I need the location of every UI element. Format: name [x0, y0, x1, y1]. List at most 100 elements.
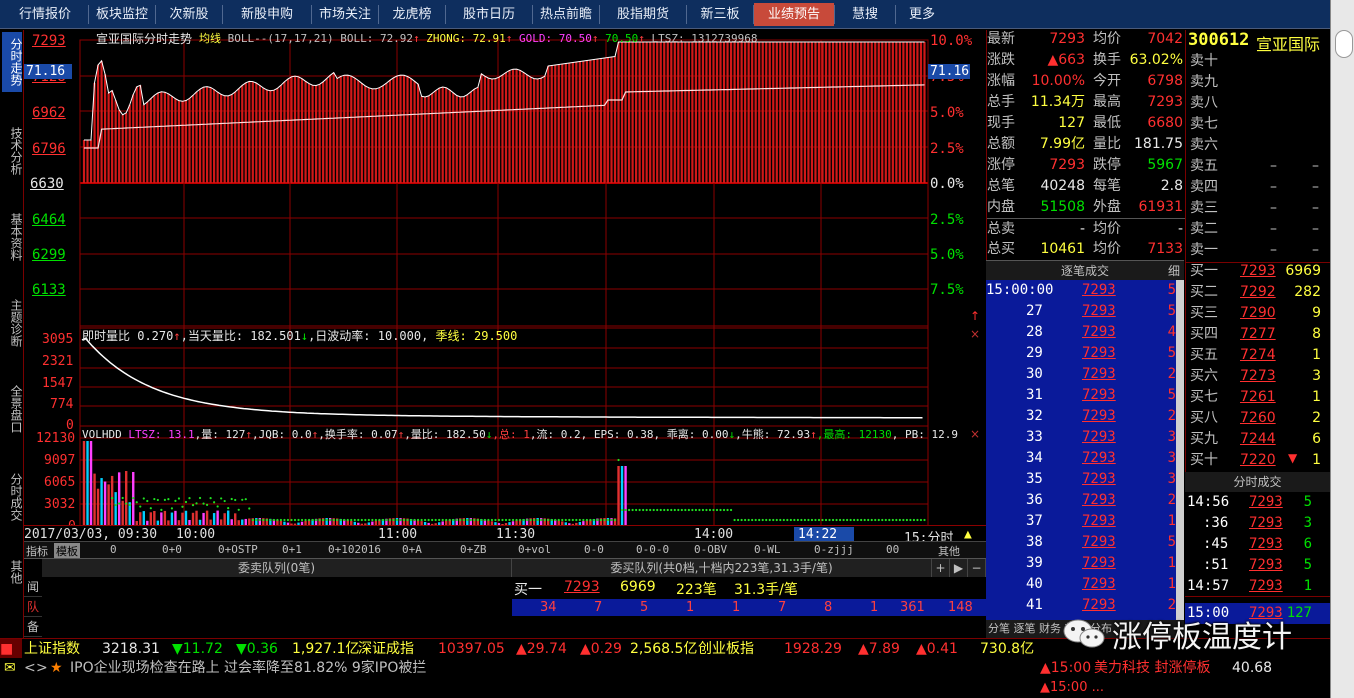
bid-row[interactable]: 买十 7220 1 — [1186, 450, 1331, 471]
buy1-count: 223笔 — [676, 582, 717, 598]
chart-canvas[interactable]: × × ↑ — [24, 30, 986, 540]
left-tab[interactable]: 基本资料 — [2, 206, 23, 268]
volume-dot — [445, 518, 448, 522]
left-tab[interactable]: 分时走势 — [2, 32, 23, 92]
chart-legend: 均线 BOLL--(17,17,21) BOLL: 72.92↑ ZHONG: … — [199, 30, 757, 46]
indicator-tab[interactable]: 其他 — [938, 543, 960, 559]
nav-tab[interactable]: 股市日历 — [446, 3, 532, 26]
nav-tab[interactable]: 行情报价 — [2, 3, 88, 26]
tick-detail-button[interactable]: 细 — [1168, 261, 1180, 281]
queue-side-tab[interactable]: 闻 — [24, 577, 42, 597]
volume-dot — [638, 508, 641, 512]
bid-row[interactable]: 买一 7293 6969 — [1186, 261, 1331, 282]
scroll-handle-icon[interactable] — [1335, 30, 1353, 58]
nav-tab[interactable]: 龙虎榜 — [379, 3, 445, 26]
left-tab[interactable]: 分时成交 — [2, 466, 23, 528]
tick-scrollbar[interactable] — [1176, 280, 1184, 620]
indicator-tab[interactable]: 0-0 — [584, 543, 604, 556]
tick-time: 29 — [1026, 345, 1043, 361]
indicator-tab[interactable]: 模板 — [54, 543, 80, 559]
nav-tab[interactable]: 慧搜 — [835, 3, 895, 26]
indicator-tab[interactable]: 0-zjjj — [814, 543, 854, 556]
nav-tab[interactable]: 新股申购 — [223, 3, 311, 26]
fenshi-list[interactable]: 14:56 7293 5:36 7293 3:45 7293 6:51 7293 5 14:57 7… — [1185, 492, 1330, 624]
ask-row[interactable]: 卖七 — [1186, 114, 1331, 135]
bid-label: 买三 — [1190, 305, 1218, 321]
ask-row[interactable]: 卖二 – – — [1186, 219, 1331, 240]
ask-row[interactable]: 卖五 – – — [1186, 156, 1331, 177]
nav-tab[interactable]: 新三板 — [687, 3, 753, 26]
bid-row[interactable]: 买三 7290 9 — [1186, 303, 1331, 324]
ask-row[interactable]: 卖一 – – — [1186, 240, 1331, 261]
nav-tab[interactable]: 热点前瞻 — [533, 3, 599, 26]
ask-row[interactable]: 卖六 — [1186, 135, 1331, 156]
ask-row[interactable]: 卖四 – – — [1186, 177, 1331, 198]
vr-tick: 1547 — [42, 376, 74, 391]
plus-icon[interactable]: + — [932, 559, 950, 577]
bid-row[interactable]: 买九 7244 6 — [1186, 429, 1331, 450]
bid-row[interactable]: 买七 7261 1 — [1186, 387, 1331, 408]
indicator-tab[interactable]: 0 — [110, 543, 117, 556]
intraday-chart[interactable]: ××↑ 7293712869626796663064646299613310.0… — [24, 30, 986, 540]
news-headline[interactable]: IPO企业现场检查在路上 过会率降至81.82% 9家IPO被拦 — [70, 658, 426, 678]
nav-tab[interactable]: 股指期货 — [600, 3, 686, 26]
fenshi-header[interactable]: 分时成交 — [1185, 472, 1330, 492]
mail-icon[interactable]: ✉ — [4, 658, 16, 678]
indicator-tab[interactable]: 0+A — [402, 543, 422, 556]
tick-header[interactable]: 逐笔成交 细 — [986, 260, 1184, 280]
up-arrow-icon[interactable]: ↑ — [970, 309, 980, 323]
nav-tab[interactable]: 板块监控 — [89, 3, 155, 26]
tick-price: 7293 — [1082, 408, 1116, 424]
volume-dot — [800, 518, 803, 522]
alert-text[interactable]: 美力科技 封涨停板 — [1094, 658, 1210, 678]
bid-row[interactable]: 买二 7292 282 — [1186, 282, 1331, 303]
queue-side-tab[interactable]: 备 — [24, 617, 42, 637]
ask-row[interactable]: 卖九 — [1186, 72, 1331, 93]
idx2-name[interactable]: 深证成指 — [358, 639, 414, 659]
indicator-tab[interactable]: 0+102016 — [328, 543, 381, 556]
scroll-left-icon[interactable]: < — [24, 658, 36, 678]
close-icon[interactable]: × — [970, 327, 980, 341]
right-scroll-edge[interactable] — [1330, 0, 1354, 698]
expand-down-icon[interactable]: ▼ — [1288, 451, 1297, 465]
indicator-tab[interactable]: 0-0-0 — [636, 543, 669, 556]
triangle-up-icon[interactable]: ▲ — [964, 527, 972, 542]
nav-more-button[interactable]: 更多 — [902, 3, 942, 26]
bid-row[interactable]: 买五 7274 1 — [1186, 345, 1331, 366]
indicator-tab[interactable]: 0+vol — [518, 543, 551, 556]
left-tab[interactable]: 其他 — [2, 552, 23, 592]
idx1-name[interactable]: 上证指数 — [24, 639, 80, 659]
minus-icon[interactable]: − — [968, 559, 986, 577]
left-tab[interactable]: 全景盘口 — [2, 378, 23, 440]
ask-row[interactable]: 卖十 — [1186, 51, 1331, 72]
nav-tab[interactable]: 业绩预告 — [754, 3, 834, 26]
volume-dot — [504, 518, 508, 522]
price-tick: 6630 — [30, 176, 64, 192]
indicator-tab[interactable]: 00 — [886, 543, 899, 556]
nav-tab[interactable]: 次新股 — [156, 3, 222, 26]
indicator-tab[interactable]: 0+ZB — [460, 543, 487, 556]
tick-price: 7293 — [1082, 450, 1116, 466]
queue-side-tab[interactable]: 队 — [24, 597, 42, 617]
bid-row[interactable]: 买四 7277 8 — [1186, 324, 1331, 345]
ask-price: – — [1270, 179, 1277, 195]
tick-time: 39 — [1026, 555, 1043, 571]
indicator-tab[interactable]: 0-WL — [754, 543, 781, 556]
close-icon[interactable]: × — [970, 427, 980, 441]
tick-list[interactable]: 15:00:00 7293 5 27 7293 5 28 7293 4 29 7293 5 30 7293… — [986, 280, 1184, 620]
indicator-tab[interactable]: 0+1 — [282, 543, 302, 556]
indicator-tab[interactable]: 指标 — [26, 543, 48, 559]
ask-row[interactable]: 卖三 – – — [1186, 198, 1331, 219]
left-tab[interactable]: 主题诊断 — [2, 292, 23, 354]
bid-row[interactable]: 买六 7273 3 — [1186, 366, 1331, 387]
play-icon[interactable]: ▶ — [950, 559, 968, 577]
indicator-tab[interactable]: 0-OBV — [694, 543, 727, 556]
idx3-name[interactable]: 创业板指 — [698, 639, 754, 659]
indicator-tab[interactable]: 0+OSTP — [218, 543, 258, 556]
left-tab[interactable]: 技术分析 — [2, 120, 23, 182]
indicator-tab[interactable]: 0+0 — [162, 543, 182, 556]
ask-row[interactable]: 卖八 — [1186, 93, 1331, 114]
scroll-right-icon[interactable]: > — [36, 658, 48, 678]
bid-row[interactable]: 买八 7260 2 — [1186, 408, 1331, 429]
nav-tab[interactable]: 市场关注 — [312, 3, 378, 26]
